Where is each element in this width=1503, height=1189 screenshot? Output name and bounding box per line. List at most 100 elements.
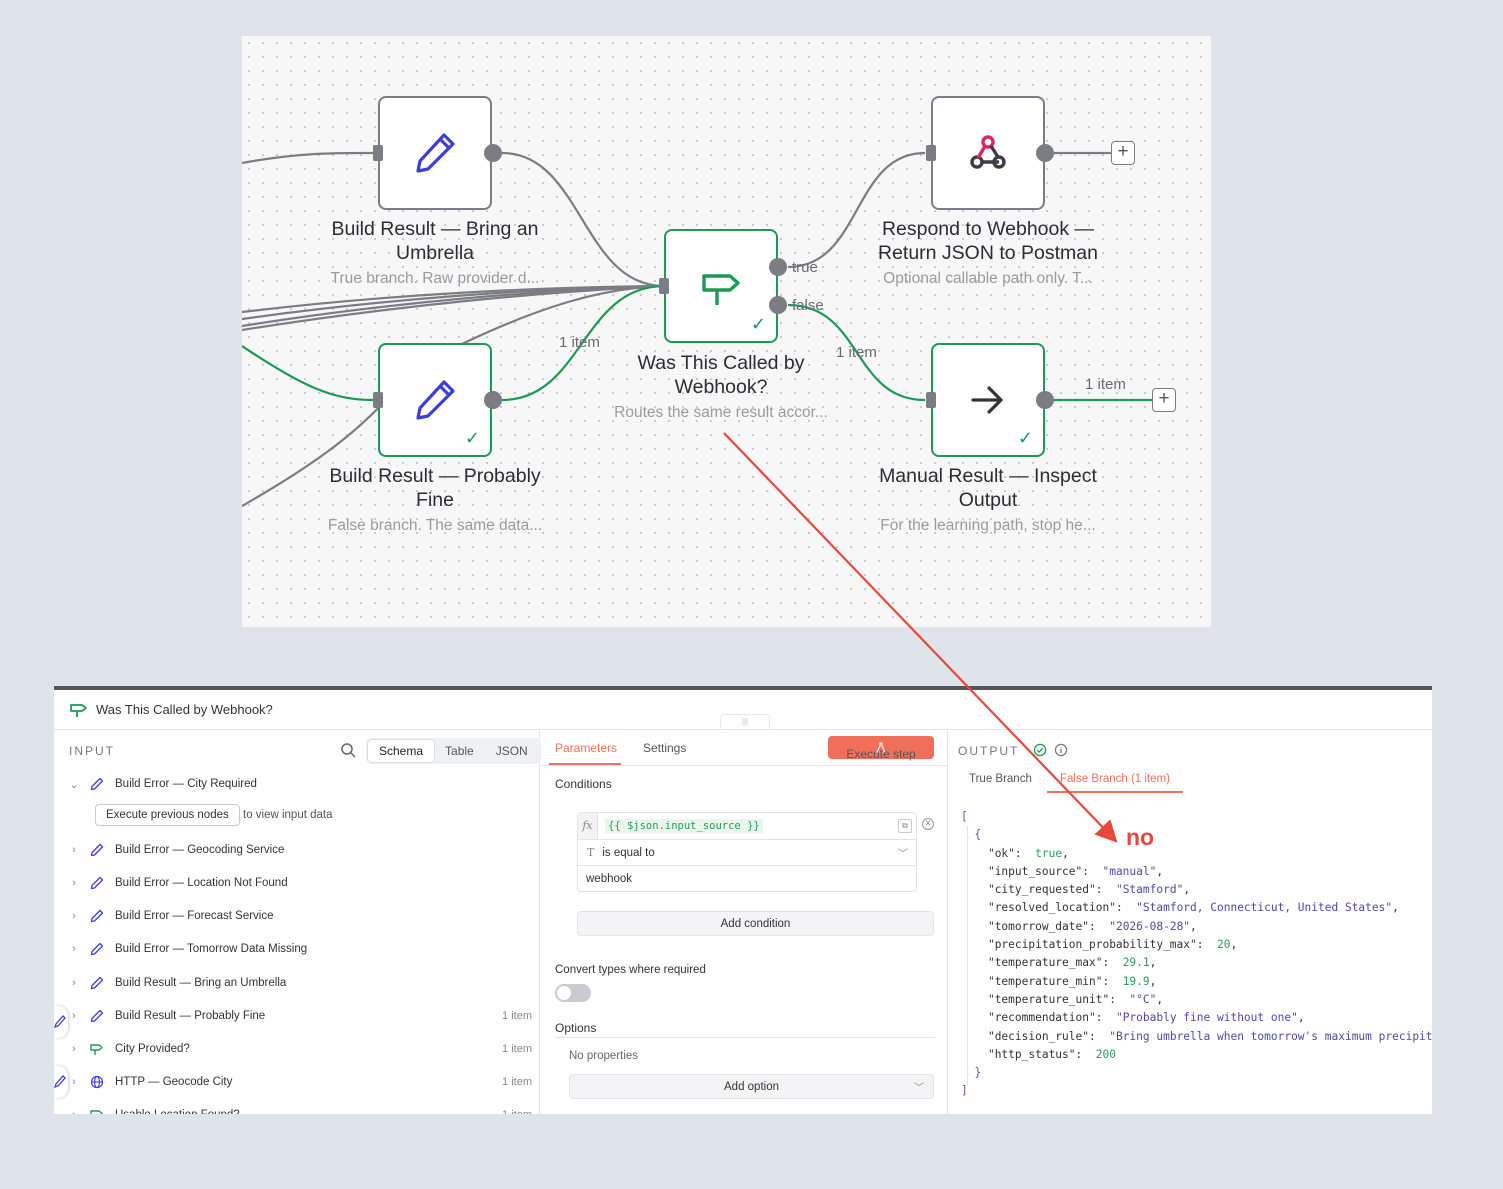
chevron-right-icon[interactable]: › xyxy=(68,910,80,922)
node-fine-input-port[interactable] xyxy=(373,392,383,408)
add-node-button[interactable]: + xyxy=(1152,388,1176,412)
pencil-icon xyxy=(90,942,104,956)
node-umbrella-input-port[interactable] xyxy=(373,145,383,161)
convert-types-toggle[interactable] xyxy=(555,984,591,1002)
add-option-button[interactable]: Add option ﹀ xyxy=(569,1074,934,1099)
add-node-button[interactable]: + xyxy=(1111,141,1135,165)
node-fine-output-port[interactable] xyxy=(484,391,502,409)
view-table[interactable]: Table xyxy=(434,740,485,762)
tab-true-branch[interactable]: True Branch xyxy=(969,773,1032,785)
edge-left-to-umbrella xyxy=(242,151,374,165)
text-type-icon: T xyxy=(587,846,595,859)
node-umbrella-title: Build Result — Bring an Umbrella xyxy=(331,218,539,264)
input-node-row[interactable]: › HTTP — Geocode City 1 item xyxy=(54,1072,540,1092)
node-build-fine[interactable]: ✓ xyxy=(378,343,492,457)
input-node-row[interactable]: › Build Error — Location Not Found xyxy=(54,873,540,893)
input-node-name: Build Error — Location Not Found xyxy=(115,877,288,889)
view-schema[interactable]: Schema xyxy=(368,740,435,762)
node-manual-subtitle: For the learning path, stop he... xyxy=(880,517,1096,534)
condition-left-value[interactable]: fx {{ $json.input_source }} ⧉ xyxy=(578,813,916,840)
execute-step-button[interactable]: Execute step xyxy=(828,736,934,761)
input-node-row[interactable]: › Build Error — Geocoding Service xyxy=(54,840,540,860)
pencil-icon xyxy=(416,133,455,173)
parameters-pane: Parameters Settings Execute step Conditi… xyxy=(541,730,948,1114)
node-umbrella-output-port[interactable] xyxy=(484,144,502,162)
condition-operator-select[interactable]: T is equal to ﹀ xyxy=(578,840,916,866)
info-icon[interactable] xyxy=(1054,743,1068,757)
input-node-count: 1 item xyxy=(502,1076,532,1088)
node-manual-result[interactable]: ✓ xyxy=(931,343,1045,457)
pencil-icon xyxy=(90,976,104,990)
options-label: Options xyxy=(555,1021,597,1035)
options-divider xyxy=(555,1037,935,1038)
edge-left-to-fine xyxy=(242,345,374,402)
view-json[interactable]: JSON xyxy=(485,740,539,762)
input-node-row[interactable]: › Build Error — Tomorrow Data Missing xyxy=(54,939,540,959)
input-node-row[interactable]: › Build Result — Bring an Umbrella xyxy=(54,973,540,993)
input-node-name: Build Error — Forecast Service xyxy=(115,910,274,922)
condition-operator: is equal to xyxy=(602,846,655,859)
input-node-row[interactable]: › City Provided? 1 item xyxy=(54,1039,540,1059)
node-if-false-port[interactable] xyxy=(769,296,787,314)
remove-condition-icon[interactable]: ✕ xyxy=(922,818,934,830)
arrow-right-icon xyxy=(971,386,1003,414)
node-respond-webhook[interactable] xyxy=(931,96,1045,210)
active-tab-underline xyxy=(1047,791,1183,793)
chevron-right-icon[interactable]: › xyxy=(68,877,80,889)
param-tabs: Parameters Settings Execute step xyxy=(541,730,947,766)
chevron-right-icon[interactable]: › xyxy=(68,1043,80,1055)
chevron-right-icon[interactable]: › xyxy=(68,844,80,856)
workflow-canvas[interactable]: Build Result — Bring an Umbrella True br… xyxy=(242,36,1211,627)
execute-previous-button[interactable]: Execute previous nodes xyxy=(95,804,240,826)
chevron-down-icon: ﹀ xyxy=(898,849,908,860)
panel-drag-handle[interactable]: ||| xyxy=(720,714,770,730)
node-if-webhook[interactable]: ✓ xyxy=(664,229,778,343)
node-if-input-port[interactable] xyxy=(659,278,669,294)
node-if-title: Was This Called by Webhook? xyxy=(637,352,805,398)
tab-settings[interactable]: Settings xyxy=(643,741,686,755)
add-condition-button[interactable]: Add condition xyxy=(577,911,934,936)
chevron-right-icon[interactable]: › xyxy=(68,977,80,989)
tab-false-branch[interactable]: False Branch (1 item) xyxy=(1060,773,1170,785)
condition-right-value[interactable]: webhook xyxy=(578,866,916,892)
view-toggle: Schema Table JSON xyxy=(366,738,541,764)
input-node-row[interactable]: ⌄ Build Error — City Required xyxy=(54,774,540,794)
signpost-icon xyxy=(70,703,87,717)
input-node-count: 1 item xyxy=(502,1043,532,1055)
success-circle-icon xyxy=(1033,743,1047,757)
input-node-name: Build Error — Tomorrow Data Missing xyxy=(115,943,308,955)
input-node-row[interactable]: › Build Error — Forecast Service xyxy=(54,906,540,926)
input-node-name: Build Result — Probably Fine xyxy=(115,1010,266,1022)
edge-label-false: false xyxy=(792,297,824,314)
edge-label-fine-items: 1 item xyxy=(559,334,600,351)
node-manual-title: Manual Result — Inspect Output xyxy=(879,465,1097,511)
chevron-right-icon[interactable]: › xyxy=(68,943,80,955)
input-node-name: City Provided? xyxy=(115,1043,190,1055)
node-build-umbrella[interactable] xyxy=(378,96,492,210)
chevron-down-icon[interactable]: ⌄ xyxy=(68,778,80,791)
chevron-down-icon: ﹀ xyxy=(914,1083,924,1094)
side-tab-pencil[interactable] xyxy=(54,1006,68,1038)
node-manual-output-port[interactable] xyxy=(1036,391,1054,409)
panel-title: Was This Called by Webhook? xyxy=(96,702,273,717)
node-detail-panel: Was This Called by Webhook? ||| INPUT Sc… xyxy=(54,686,1432,1114)
chevron-right-icon[interactable]: › xyxy=(68,1076,80,1088)
input-node-row[interactable]: › Build Result — Probably Fine 1 item xyxy=(54,1006,540,1026)
signpost-icon xyxy=(702,274,740,305)
node-respond-input-port[interactable] xyxy=(926,145,936,161)
success-check-icon: ✓ xyxy=(1017,428,1033,448)
output-json-view: [ { "ok": true, "input_source": "manual"… xyxy=(961,810,1432,1098)
expand-icon[interactable]: ⧉ xyxy=(898,819,912,833)
node-respond-output-port[interactable] xyxy=(1036,144,1054,162)
side-tab-pencil[interactable] xyxy=(54,1066,68,1098)
node-manual-input-port[interactable] xyxy=(926,392,936,408)
node-fine-subtitle: False branch. The same data... xyxy=(327,517,543,534)
node-if-true-port[interactable] xyxy=(769,258,787,276)
chevron-right-icon[interactable]: › xyxy=(68,1109,80,1114)
input-node-row[interactable]: › Usable Location Found? 1 item xyxy=(54,1105,540,1114)
tab-parameters[interactable]: Parameters xyxy=(555,741,617,755)
chevron-right-icon[interactable]: › xyxy=(68,1010,80,1022)
input-node-count: 1 item xyxy=(502,1109,532,1114)
condition-box: fx {{ $json.input_source }} ⧉ T is equal… xyxy=(577,812,917,892)
search-icon[interactable] xyxy=(339,741,357,759)
